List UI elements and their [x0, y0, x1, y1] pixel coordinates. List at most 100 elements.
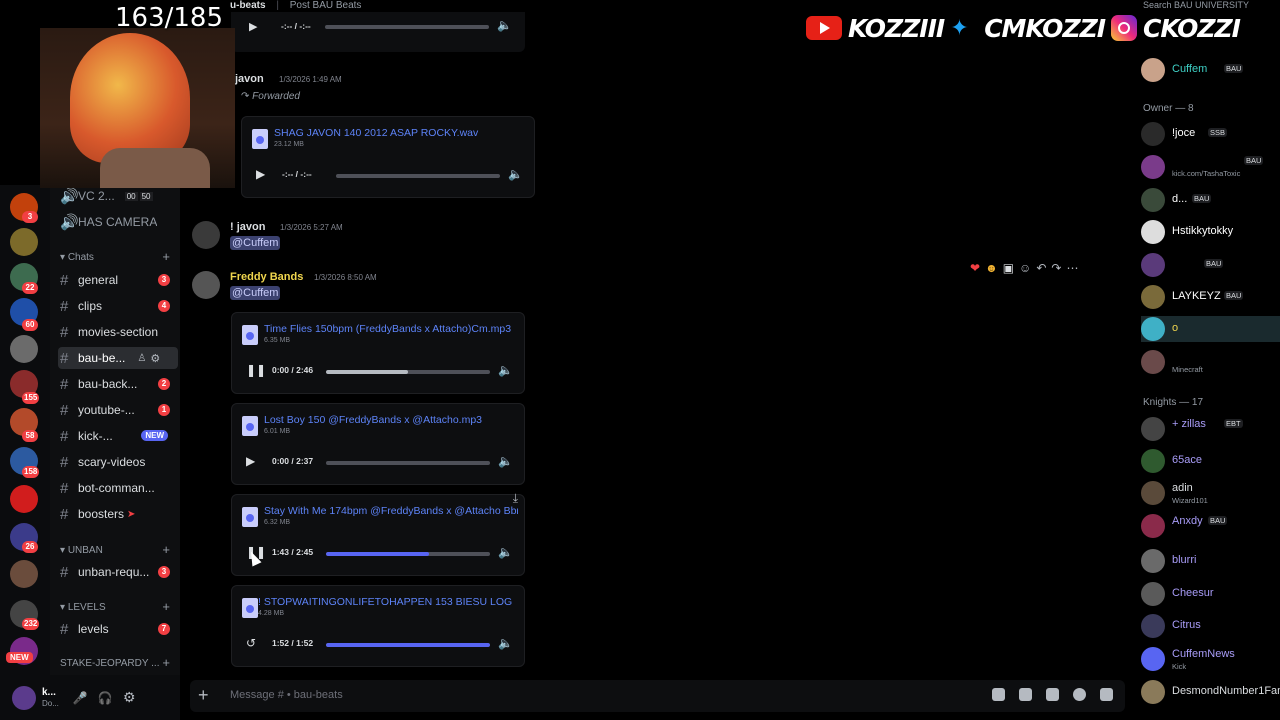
channel-bau-beats[interactable]: # bau-be... ♙ ⚙: [58, 347, 178, 369]
replay-icon[interactable]: ↺: [246, 636, 260, 650]
member-row[interactable]: Anxdy BAU: [1141, 513, 1280, 539]
avatar[interactable]: [192, 221, 220, 249]
add-reaction-icon[interactable]: ☺: [1019, 261, 1031, 275]
add-member-icon[interactable]: ♙: [137, 353, 146, 364]
microphone-icon[interactable]: 🎤: [73, 691, 88, 705]
channel-bot-commands[interactable]: # bot-comman...: [58, 477, 178, 499]
volume-icon[interactable]: 🔈: [498, 454, 513, 468]
volume-icon[interactable]: 🔈: [497, 18, 512, 32]
server-icon[interactable]: [10, 335, 38, 363]
member-row[interactable]: + zillas EBT: [1141, 416, 1280, 442]
headphones-icon[interactable]: 🎧: [98, 691, 113, 705]
channel-kick[interactable]: # kick-... NEW: [58, 425, 178, 447]
category-levels[interactable]: ▾ LEVELS: [60, 602, 106, 613]
member-row[interactable]: LAYKEYZ BAU: [1141, 284, 1280, 310]
member-row[interactable]: Citrus: [1141, 613, 1280, 639]
user-name[interactable]: k... Do...: [42, 687, 59, 709]
member-cuffem[interactable]: Cuffem BAU: [1141, 57, 1280, 83]
member-row[interactable]: Cheesur: [1141, 581, 1280, 607]
channel-movies-section[interactable]: # movies-section: [58, 321, 178, 343]
player-track[interactable]: [326, 643, 490, 647]
player-progress: [326, 552, 430, 556]
reply-icon[interactable]: ↶: [1036, 261, 1046, 275]
channel-levels[interactable]: # levels 7: [58, 618, 178, 640]
channel-unban-requests[interactable]: # unban-requ... 3: [58, 561, 178, 583]
category-chats[interactable]: ▾ Chats: [60, 252, 94, 263]
player-track[interactable]: [336, 174, 500, 178]
user-mention[interactable]: @Cuffem: [230, 236, 281, 250]
add-attachment-icon[interactable]: +: [198, 685, 209, 706]
member-row[interactable]: adin Wizard101: [1141, 480, 1280, 506]
player-track[interactable]: [326, 552, 490, 556]
member-row[interactable]: 65ace: [1141, 448, 1280, 474]
add-channel-icon[interactable]: +: [162, 249, 170, 264]
attachment-filename[interactable]: Stay With Me 174bpm @FreddyBands x @Atta…: [264, 505, 518, 517]
volume-icon[interactable]: 🔈: [498, 636, 513, 650]
play-icon[interactable]: ▶: [256, 167, 270, 181]
hash-icon: #: [60, 453, 69, 471]
add-channel-icon[interactable]: +: [162, 542, 170, 557]
volume-icon[interactable]: 🔈: [498, 545, 513, 559]
gear-icon[interactable]: ⚙: [150, 352, 160, 365]
avatar[interactable]: [12, 685, 36, 710]
channel-youtube[interactable]: # youtube-... 1: [58, 399, 178, 421]
member-row[interactable]: Minecraft: [1141, 349, 1280, 375]
gear-icon[interactable]: ⚙: [123, 689, 136, 706]
category-unban[interactable]: ▾ UNBAN: [60, 545, 103, 556]
gif-icon[interactable]: [1019, 688, 1032, 701]
play-icon[interactable]: ▶: [249, 20, 257, 33]
member-row[interactable]: d... BAU: [1141, 187, 1280, 213]
player-track[interactable]: [325, 25, 489, 29]
member-row[interactable]: BAU kick.com/TashaToxic: [1141, 154, 1280, 180]
emoji-reaction-icon[interactable]: ☻: [985, 261, 998, 275]
add-channel-icon[interactable]: +: [162, 655, 170, 670]
voice-channel[interactable]: 🔊 VC 2... 00 50: [58, 185, 178, 207]
forward-icon[interactable]: ↷: [1051, 261, 1061, 275]
player-track[interactable]: [326, 461, 490, 465]
member-row[interactable]: DesmondNumber1Fan: [1141, 679, 1280, 705]
server-icon[interactable]: [10, 560, 38, 588]
attachment-filename[interactable]: Time Flies 150bpm (FreddyBands x Attacho…: [264, 323, 518, 335]
attachment-filename[interactable]: SHAG JAVON 140 2012 ASAP ROCKY.wav: [274, 127, 528, 139]
avatar[interactable]: [192, 271, 220, 299]
pause-icon[interactable]: ❚❚: [246, 363, 266, 377]
message-input[interactable]: Message # • bau-beats: [230, 689, 343, 701]
gift-icon[interactable]: [992, 688, 1005, 701]
add-channel-icon[interactable]: +: [162, 599, 170, 614]
apps-icon[interactable]: [1100, 688, 1113, 701]
more-options-icon[interactable]: ⋯: [1066, 261, 1078, 275]
channel-bau-backstage[interactable]: # bau-back... 2: [58, 373, 178, 395]
player-track[interactable]: [326, 370, 490, 374]
member-row[interactable]: Hstikkytokky: [1141, 219, 1280, 245]
sticker-icon[interactable]: [1046, 688, 1059, 701]
member-row[interactable]: o: [1141, 316, 1280, 342]
play-icon[interactable]: ▶: [246, 454, 260, 468]
member-row[interactable]: BAU: [1141, 252, 1280, 278]
message-composer[interactable]: + Message # • bau-beats: [190, 680, 1125, 712]
channel-boosters[interactable]: # boosters ➤: [58, 503, 178, 525]
member-row[interactable]: CuffemNews Kick: [1141, 646, 1280, 672]
emoji-icon[interactable]: [1073, 688, 1086, 701]
heart-reaction-icon[interactable]: ❤: [970, 261, 980, 275]
category-stake-jeopardy[interactable]: STAKE-JEOPARDY ...: [60, 658, 159, 669]
custom-reaction-icon[interactable]: ▣: [1003, 261, 1014, 275]
rocket-icon: ➤: [127, 508, 136, 520]
server-icon[interactable]: [10, 228, 38, 256]
message-author[interactable]: Freddy Bands: [230, 271, 303, 283]
server-icon[interactable]: [10, 485, 38, 513]
volume-icon[interactable]: 🔈: [508, 167, 523, 181]
voice-channel-has-camera[interactable]: 🔊 HAS CAMERA: [58, 211, 178, 233]
message-author[interactable]: javon: [235, 73, 264, 85]
member-row[interactable]: blurri: [1141, 548, 1280, 574]
download-icon[interactable]: ⤓: [513, 491, 518, 506]
volume-icon[interactable]: 🔈: [498, 363, 513, 377]
channel-clips[interactable]: # clips 4: [58, 295, 178, 317]
channel-general[interactable]: # general 3: [58, 269, 178, 291]
user-mention[interactable]: @Cuffem: [230, 286, 281, 300]
channel-scary-videos[interactable]: # scary-videos: [58, 451, 178, 473]
attachment-filename[interactable]: ! STOPWAITINGONLIFETOHAPPEN 153 BIESU LO…: [258, 596, 512, 608]
search-input[interactable]: Search BAU UNIVERSITY: [1143, 0, 1249, 10]
message-author[interactable]: ! javon: [230, 221, 265, 233]
member-row[interactable]: !joce SSB: [1141, 121, 1280, 147]
attachment-filename[interactable]: Lost Boy 150 @FreddyBands x @Attacho.mp3: [264, 414, 518, 426]
